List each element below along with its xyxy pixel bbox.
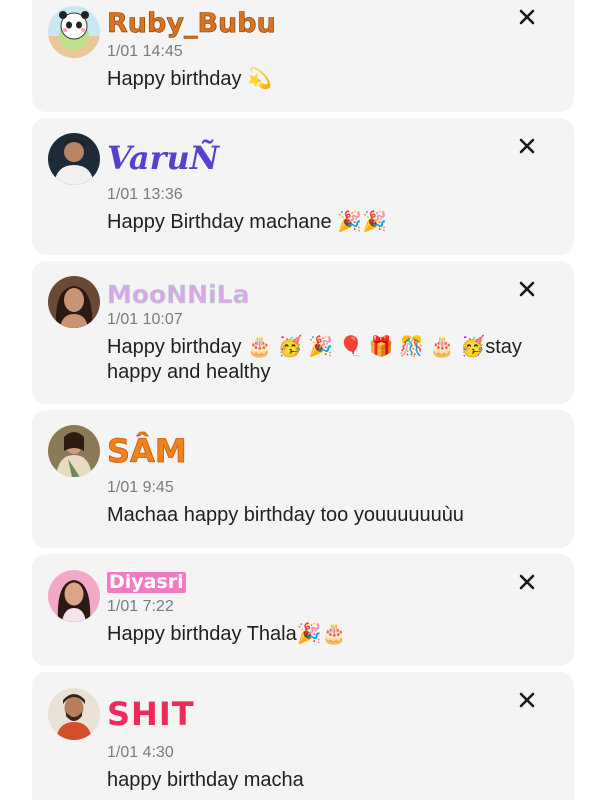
comment-text: Happy birthday Thala🎉🎂 bbox=[107, 623, 347, 645]
panda-avatar-icon bbox=[48, 6, 100, 58]
close-icon bbox=[519, 692, 535, 708]
woman-avatar-icon bbox=[48, 276, 100, 328]
avatar[interactable] bbox=[48, 6, 100, 58]
close-icon bbox=[519, 574, 535, 590]
username[interactable]: Diyasri bbox=[107, 572, 186, 593]
avatar[interactable] bbox=[48, 570, 100, 622]
avatar[interactable] bbox=[48, 425, 100, 477]
username[interactable]: SÂM bbox=[107, 435, 187, 468]
comment-text: Happy birthday 🎂 🥳 🎉 🎈 🎁 🎊 🎂 🥳stay happy… bbox=[107, 336, 522, 383]
close-button[interactable] bbox=[516, 278, 538, 300]
timestamp: 1/01 10:07 bbox=[107, 311, 183, 328]
close-button[interactable] bbox=[516, 6, 538, 28]
avatar[interactable] bbox=[48, 276, 100, 328]
comment-text: Machaa happy birthday too youuuuuuùu bbox=[107, 504, 464, 526]
timestamp: 1/01 4:30 bbox=[107, 744, 174, 761]
avatar[interactable] bbox=[48, 133, 100, 185]
close-button[interactable] bbox=[516, 135, 538, 157]
close-icon bbox=[519, 281, 535, 297]
close-button[interactable] bbox=[516, 571, 538, 593]
close-icon bbox=[519, 9, 535, 25]
comment-card: Diyasri 1/01 7:22 Happy birthday Thala🎉🎂 bbox=[32, 554, 574, 666]
comment-text: Happy birthday 💫 bbox=[107, 68, 272, 90]
timestamp: 1/01 13:36 bbox=[107, 186, 183, 203]
comment-text: Happy Birthday machane 🎉🎉 bbox=[107, 211, 387, 233]
timestamp: 1/01 14:45 bbox=[107, 43, 183, 60]
username[interactable]: VaruÑ bbox=[107, 142, 219, 174]
timestamp: 1/01 9:45 bbox=[107, 479, 174, 496]
close-icon bbox=[519, 138, 535, 154]
username[interactable]: Ruby_Bubu bbox=[107, 10, 276, 38]
comment-text: happy birthday macha bbox=[107, 769, 304, 791]
timestamp: 1/01 7:22 bbox=[107, 598, 174, 615]
comment-card: SHIT 1/01 4:30 happy birthday macha bbox=[32, 672, 574, 800]
comment-card: VaruÑ 1/01 13:36 Happy Birthday machane … bbox=[32, 118, 574, 255]
comment-card: SÂM 1/01 9:45 Machaa happy birthday too … bbox=[32, 410, 574, 548]
close-button[interactable] bbox=[516, 689, 538, 711]
avatar[interactable] bbox=[48, 688, 100, 740]
man-avatar-icon bbox=[48, 133, 100, 185]
man-beard-avatar-icon bbox=[48, 688, 100, 740]
comment-card: Ruby_Bubu 1/01 14:45 Happy birthday 💫 bbox=[32, 0, 574, 112]
woman-saree-avatar-icon bbox=[48, 425, 100, 477]
comment-feed: Ruby_Bubu 1/01 14:45 Happy birthday 💫 Va… bbox=[0, 0, 594, 800]
username[interactable]: MooNNiLa bbox=[107, 282, 250, 308]
girl-avatar-icon bbox=[48, 570, 100, 622]
comment-card: MooNNiLa 1/01 10:07 Happy birthday 🎂 🥳 🎉… bbox=[32, 261, 574, 404]
username[interactable]: SHIT bbox=[107, 698, 195, 730]
